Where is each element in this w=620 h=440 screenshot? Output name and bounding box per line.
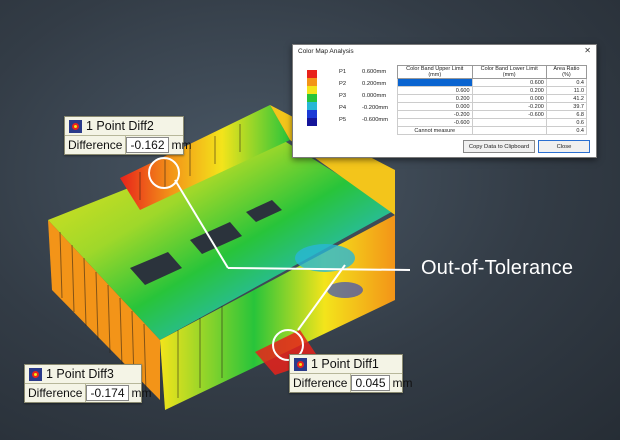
table-row[interactable]: 0.600 0.4 <box>397 78 588 87</box>
callout-unit: mm <box>131 386 152 400</box>
table-row[interactable]: 0.200 0.000 41.2 <box>397 94 588 103</box>
table-cell: -0.600 <box>397 118 473 127</box>
table-header: Area Ratio (%) <box>545 65 588 79</box>
band-name: P4 <box>339 105 347 111</box>
table-cell: 0.6 <box>545 118 588 127</box>
out-of-tolerance-label: Out-of-Tolerance <box>421 257 574 279</box>
callout-value: 0.045 <box>351 375 390 391</box>
table-cell <box>471 118 547 127</box>
callout-unit: mm <box>171 138 192 152</box>
table-cell <box>471 126 547 135</box>
point-diff-callout-1[interactable]: 1 Point Diff1 Difference 0.045 mm <box>289 354 413 393</box>
point-diff-icon <box>294 357 307 371</box>
band-value: 0.600mm <box>362 69 387 75</box>
table-cell: 6.8 <box>545 110 588 119</box>
band-value: -0.600mm <box>362 117 389 123</box>
table-cell: 0.600 <box>397 86 473 95</box>
table-cell: -0.600 <box>471 110 547 119</box>
table-cell: 41.2 <box>545 94 588 103</box>
table-cell <box>397 78 473 87</box>
table-cell: 11.0 <box>545 86 588 95</box>
band-label: P5 -0.600mm <box>305 115 389 125</box>
table-cell: 0.200 <box>397 94 473 103</box>
point-diff-callout-3[interactable]: 1 Point Diff3 Difference -0.174 mm <box>24 364 152 403</box>
color-map-analysis-dialog: Color Map Analysis ✕ P1 0.600mm P2 0.200… <box>292 44 597 158</box>
callout-label: Difference <box>25 384 87 402</box>
band-name: P1 <box>339 69 347 75</box>
table-cell: 0.600 <box>471 78 547 87</box>
table-row[interactable]: 0.600 0.200 11.0 <box>397 86 588 95</box>
point-diff-icon <box>69 119 82 133</box>
area-ratio-table: Color Band Upper Limit (mm) Color Band L… <box>397 65 588 135</box>
band-label: P4 -0.200mm <box>305 103 389 113</box>
callout-title: 1 Point Diff3 <box>46 367 114 381</box>
table-header-row: Color Band Upper Limit (mm) Color Band L… <box>397 65 588 79</box>
band-label: P2 0.200mm <box>305 79 387 89</box>
table-row[interactable]: -0.600 0.6 <box>397 118 588 127</box>
table-header: Color Band Lower Limit (mm) <box>471 65 547 79</box>
table-header: Color Band Upper Limit (mm) <box>397 65 473 79</box>
point-diff-icon <box>29 367 42 381</box>
table-cell: 0.200 <box>471 86 547 95</box>
callout-value: -0.174 <box>86 385 129 401</box>
table-cell: -0.200 <box>471 102 547 111</box>
table-cell: 0.000 <box>397 102 473 111</box>
callout-label: Difference <box>290 374 352 392</box>
copy-data-to-clipboard-button[interactable]: Copy Data to Clipboard <box>463 140 535 153</box>
table-cell: 0.4 <box>545 78 588 87</box>
band-label: P1 0.600mm <box>305 67 387 77</box>
band-name: P2 <box>339 81 347 87</box>
table-cell: 39.7 <box>545 102 588 111</box>
band-value: 0.200mm <box>362 81 387 87</box>
table-row[interactable]: 0.000 -0.200 39.7 <box>397 102 588 111</box>
band-value: -0.200mm <box>362 105 389 111</box>
callout-title: 1 Point Diff1 <box>311 357 379 371</box>
table-row[interactable]: -0.200 -0.600 6.8 <box>397 110 588 119</box>
table-cell: 0.000 <box>471 94 547 103</box>
band-name: P3 <box>339 93 347 99</box>
callout-unit: mm <box>392 376 413 390</box>
model-blue-area-1 <box>295 244 355 272</box>
table-cell: Cannot measure <box>397 126 473 135</box>
table-row[interactable]: Cannot measure 0.4 <box>397 126 588 135</box>
callout-label: Difference <box>65 136 127 154</box>
band-value: 0.000mm <box>362 93 387 99</box>
callout-title: 1 Point Diff2 <box>86 119 154 133</box>
dialog-title: Color Map Analysis <box>298 47 354 55</box>
close-button[interactable]: Close <box>538 140 590 153</box>
model-blue-area-2 <box>327 282 363 298</box>
tolerance-marker-circle-top <box>148 157 180 189</box>
table-cell: -0.200 <box>397 110 473 119</box>
band-label: P3 0.000mm <box>305 91 387 101</box>
point-diff-callout-2[interactable]: 1 Point Diff2 Difference -0.162 mm <box>64 116 192 155</box>
callout-value: -0.162 <box>126 137 169 153</box>
close-icon[interactable]: ✕ <box>584 46 591 55</box>
table-cell: 0.4 <box>545 126 588 135</box>
band-name: P5 <box>339 117 347 123</box>
